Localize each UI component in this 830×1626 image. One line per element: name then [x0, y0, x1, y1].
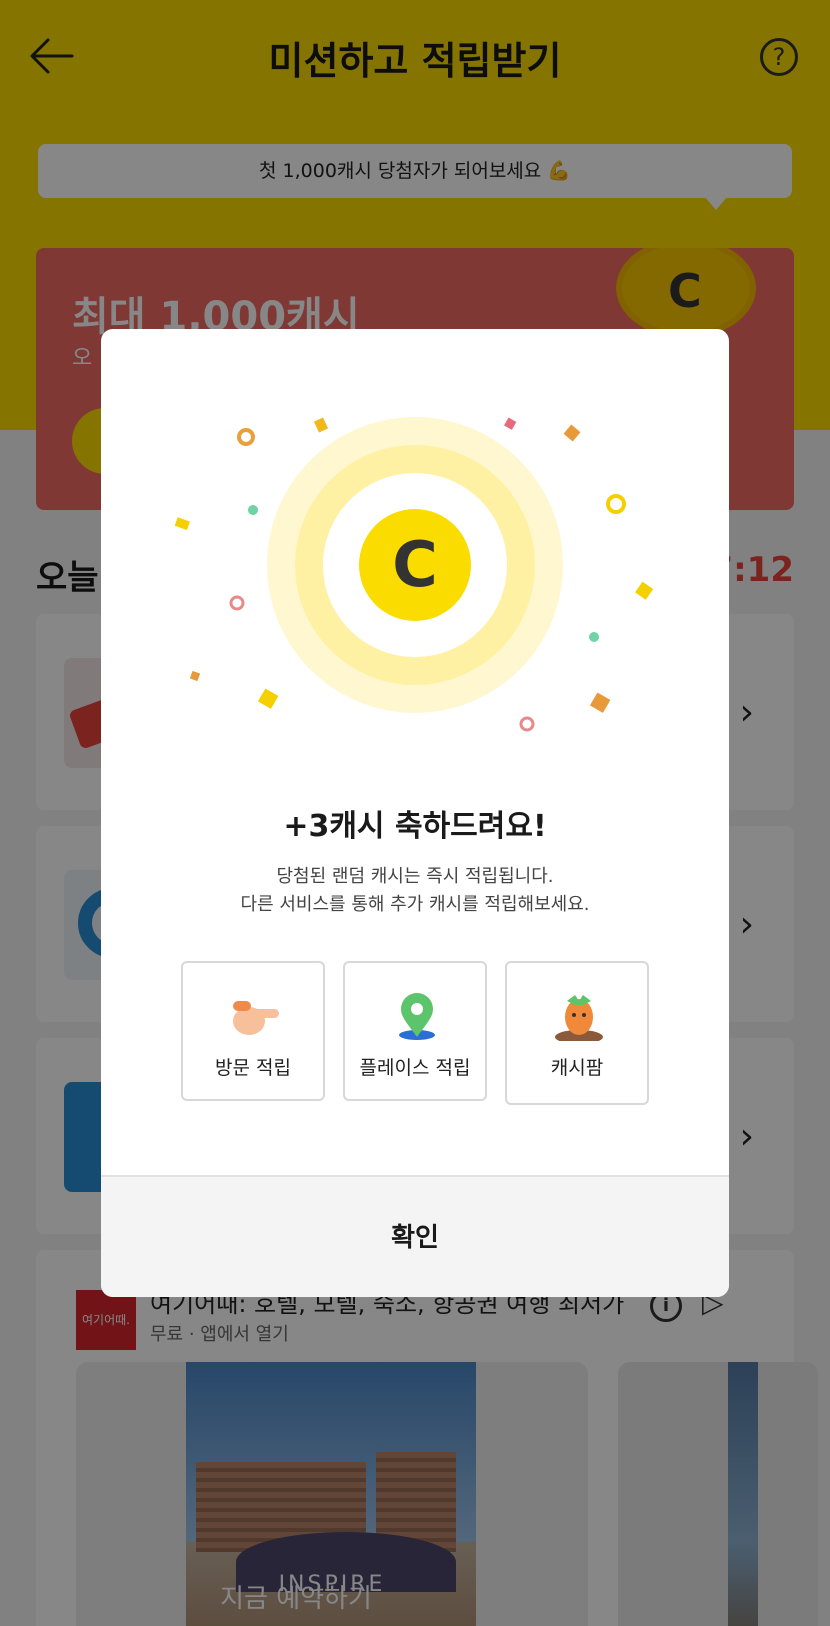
option-label: 캐시팜: [550, 1057, 604, 1079]
confirm-button[interactable]: 확인: [101, 1175, 729, 1297]
pointing-hand-icon: [233, 1001, 279, 1035]
confirm-label: 확인: [391, 1223, 439, 1253]
reward-title: +3캐시 축하드려요!: [101, 801, 729, 845]
cashfarm-button[interactable]: 캐시팜: [505, 961, 649, 1105]
reward-modal: C +3캐시 축하드려요! 당첨된 랜덤 캐시는 즉시 적립됩니다. 다른 서비…: [101, 329, 729, 1297]
reward-amount: +3캐시: [283, 809, 385, 844]
reward-message: 축하드려요!: [384, 809, 547, 844]
carrot-icon: [555, 995, 603, 1041]
desc-line: 당첨된 랜덤 캐시는 즉시 적립됩니다.: [276, 866, 554, 887]
visit-reward-button[interactable]: 방문 적립: [181, 961, 325, 1101]
reward-description: 당첨된 랜덤 캐시는 즉시 적립됩니다. 다른 서비스를 통해 추가 캐시를 적…: [101, 863, 729, 919]
desc-line: 다른 서비스를 통해 추가 캐시를 적립해보세요.: [240, 894, 590, 915]
option-label: 방문 적립: [215, 1057, 291, 1079]
map-pin-icon: [399, 993, 435, 1040]
coin-letter-icon: C: [392, 528, 438, 601]
option-label: 플레이스 적립: [359, 1057, 471, 1079]
place-reward-button[interactable]: 플레이스 적립: [343, 961, 487, 1101]
